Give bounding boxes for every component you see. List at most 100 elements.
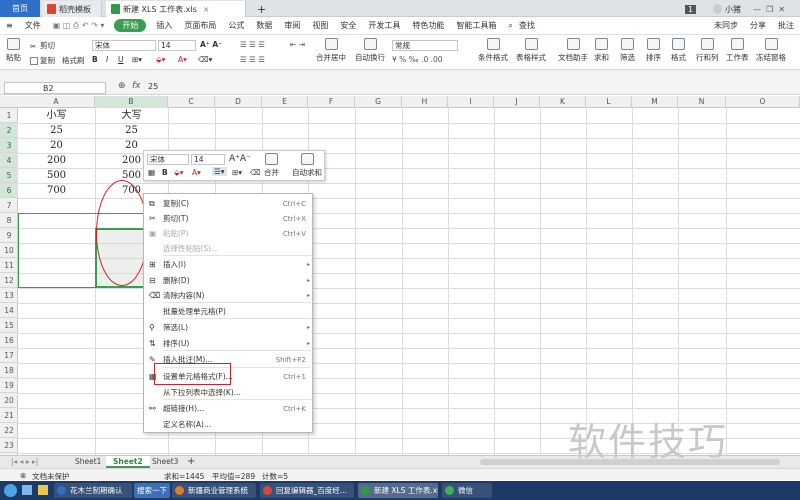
column-header-f[interactable]: F [308,96,355,108]
row-header-18[interactable]: 18 [0,363,18,378]
folder-icon[interactable] [38,485,48,495]
cell-b1[interactable]: 大写 [95,108,168,123]
mini-font-grow-icon[interactable]: A⁺A⁻ [229,154,251,164]
underline-icon[interactable]: U [118,55,124,64]
taskbar-item[interactable]: 新疆商业管理系统 [172,483,256,498]
context-menu-item[interactable]: 批量处理单元格(P) [144,305,314,319]
hamburger-icon[interactable]: ≡ [0,21,19,30]
row-header-15[interactable]: 15 [0,318,18,333]
taskbar-search[interactable]: 搜索一下 [134,483,170,498]
fx-icon[interactable]: fx [132,81,141,91]
filter-button[interactable]: 筛选 [620,38,635,63]
tab-home[interactable]: 首页 [0,0,40,17]
formula-input[interactable]: 25 [148,82,158,91]
mini-size-select[interactable]: 14 [191,154,225,165]
column-header-j[interactable]: J [494,96,540,108]
merge-center-button[interactable]: 合并居中 [316,38,346,63]
format-painter-button[interactable]: 格式刷 [62,55,85,66]
zoom-icon[interactable]: ⊕ [118,81,126,91]
column-header-i[interactable]: I [448,96,494,108]
row-header-10[interactable]: 10 [0,243,18,258]
mini-bold-icon[interactable]: B [162,168,168,177]
row-header-4[interactable]: 4 [0,153,18,168]
cell-a1[interactable]: 小写 [18,108,95,123]
currency-percent-icons[interactable]: ¥ % ‰ .0 .00 [392,55,443,64]
row-header-22[interactable]: 22 [0,423,18,438]
start-icon[interactable] [4,484,17,497]
menu-search[interactable]: 查找 [519,20,541,31]
column-header-n[interactable]: N [678,96,726,108]
share-button[interactable]: 分享 [744,20,772,31]
mini-border-icon[interactable]: ⊞▾ [232,168,242,177]
context-menu-item[interactable]: 超链接(H)... ⚯ Ctrl+K [144,402,314,416]
row-header-7[interactable]: 7 [0,198,18,213]
font-grow-icon[interactable]: A⁺ A⁻ [200,40,222,49]
table-style-button[interactable]: 表格样式 [516,38,546,63]
column-header-g[interactable]: G [355,96,402,108]
column-header-m[interactable]: M [632,96,678,108]
mini-align-icon[interactable]: ☰▾ [212,167,227,176]
paste-button[interactable]: 粘贴 [6,38,21,63]
taskbar-item[interactable]: 回复编辑器_百度经... [260,483,354,498]
column-header-a[interactable]: A [18,96,95,108]
close-icon[interactable]: × [203,5,210,14]
row-header-17[interactable]: 17 [0,348,18,363]
search-icon[interactable]: ⌕ [502,21,518,31]
column-header-l[interactable]: L [586,96,632,108]
indent-icons[interactable]: ⇤ ⇥ [290,40,305,49]
menu-file[interactable]: 文件 [19,20,47,31]
mini-clear-icon[interactable]: ⌫ [250,168,261,177]
row-header-19[interactable]: 19 [0,378,18,393]
cell-a4[interactable]: 200 [18,153,95,168]
context-menu-item[interactable]: 定义名称(A)... [144,418,314,432]
row-header-16[interactable]: 16 [0,333,18,348]
row-header-13[interactable]: 13 [0,288,18,303]
doc-helper-button[interactable]: 文档助手 [558,38,588,63]
context-menu-item[interactable]: 筛选(L) ⚲ ▸ [144,321,314,335]
row-header-23[interactable]: 23 [0,438,18,453]
user-name[interactable]: 小猪 [708,1,746,17]
context-menu-item[interactable]: 剪切(T) ✂ Ctrl+X [144,212,314,226]
taskbar-item-active[interactable]: 新建 XLS 工作表.xls... [358,483,438,498]
mini-autosum-button[interactable]: 自动求和 [292,153,322,178]
format-button[interactable]: 格式 [671,38,686,63]
row-header-12[interactable]: 12 [0,273,18,288]
bold-icon[interactable]: B [92,55,98,64]
align-left-icons[interactable]: ☰ ☰ ☰ [240,55,265,64]
conditional-format-button[interactable]: 条件格式 [478,38,508,63]
sheet-tab-active[interactable]: Sheet2 [106,456,150,468]
menu-security[interactable]: 安全 [334,20,362,31]
spreadsheet-grid[interactable]: ABCDEFGHIJKLMNO 1 2 3 4 5 6 7 8 9 10 11 12 13 14 15 16 1… [0,96,800,455]
context-menu-item[interactable]: 从下拉列表中选择(K)... [144,386,314,400]
taskbar-item[interactable]: 花木兰制期确认 [54,483,132,498]
font-name-select[interactable]: 宋体 [92,40,156,51]
copy-button[interactable]: 复制 [30,55,55,66]
row-header-3[interactable]: 3 [0,138,18,153]
quick-access-icons[interactable]: ▣ ◫ ⎙ ↶ ↷ ▾ [47,21,111,31]
cell-a6[interactable]: 700 [18,183,95,198]
mini-format-icon[interactable]: ▦ [148,168,155,177]
app-icon[interactable] [22,485,32,495]
column-header-c[interactable]: C [168,96,215,108]
align-top-icons[interactable]: ☰ ☰ ☰ [240,40,265,49]
number-format-select[interactable]: 常规 [392,40,458,51]
menu-toolbox[interactable]: 智能工具箱 [450,20,502,31]
context-menu-item[interactable]: 排序(U) ⇅ ▸ [144,337,314,351]
mini-font-color-icon[interactable]: A▾ [192,168,201,177]
sheet-nav-icons[interactable]: |◂ ◂ ▸ ▸| [4,456,45,468]
font-size-select[interactable]: 14 [158,40,196,51]
menu-formulas[interactable]: 公式 [222,20,250,31]
worksheet-button[interactable]: 工作表 [726,38,749,63]
menu-data[interactable]: 数据 [250,20,278,31]
mini-fill-icon[interactable]: ⬙▾ [174,168,184,177]
row-header-20[interactable]: 20 [0,393,18,408]
mini-merge-button[interactable]: 合并 [264,153,279,178]
taskbar-item[interactable]: 微信 [442,483,492,498]
menu-review[interactable]: 审阅 [278,20,306,31]
freeze-panes-button[interactable]: 冻结窗格 [756,38,786,63]
new-tab-button[interactable]: + [252,1,271,17]
context-menu-item[interactable]: 插入(I) ⊞ ▸ [144,258,314,272]
cell-a5[interactable]: 500 [18,168,95,183]
menu-developer[interactable]: 开发工具 [362,20,406,31]
sum-button[interactable]: 求和 [594,38,609,63]
